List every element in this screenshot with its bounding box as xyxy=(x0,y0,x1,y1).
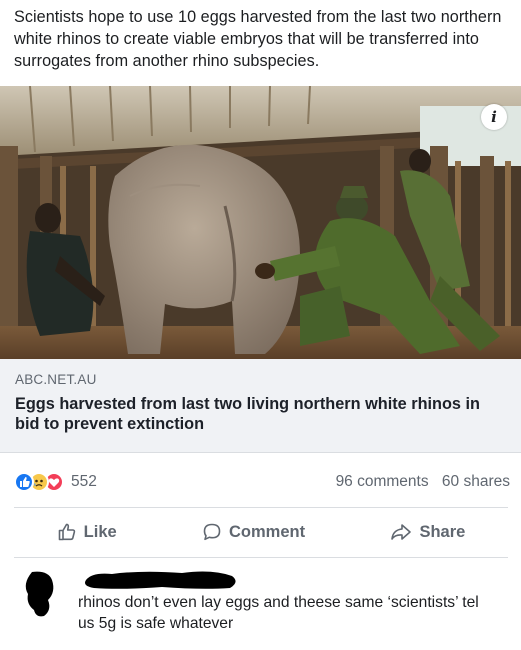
post-text: Scientists hope to use 10 eggs harvested… xyxy=(14,8,502,70)
thumbs-up-icon xyxy=(58,523,75,541)
comment-text: rhinos don’t even lay eggs and theese sa… xyxy=(72,590,492,636)
comment-bubble-icon xyxy=(203,523,221,541)
divider xyxy=(14,507,508,508)
post-stats: 552 96 comments 60 shares xyxy=(14,470,510,494)
comment-button[interactable]: Comment xyxy=(202,522,305,542)
comment-label: Comment xyxy=(229,522,306,541)
commenter-name-redacted xyxy=(85,571,236,589)
share-label: Share xyxy=(419,522,466,541)
comments-count[interactable]: 96 comments xyxy=(336,473,429,490)
divider xyxy=(14,557,508,558)
reactions-summary[interactable]: 552 xyxy=(14,472,97,492)
link-title[interactable]: Eggs harvested from last two living nort… xyxy=(15,394,506,434)
info-icon[interactable]: i xyxy=(481,104,507,130)
comment: rhinos don’t even lay eggs and theese sa… xyxy=(14,562,514,642)
article-photo[interactable]: i xyxy=(0,86,521,359)
like-button[interactable]: Like xyxy=(57,522,117,542)
rhino-photo-illustration xyxy=(0,86,521,359)
commenter-avatar-redacted[interactable] xyxy=(18,570,58,618)
post-actions: Like Comment Share xyxy=(14,512,508,552)
link-preview[interactable]: ABC.NET.AU Eggs harvested from last two … xyxy=(0,359,521,453)
shares-count[interactable]: 60 shares xyxy=(442,473,510,490)
engagement-counts: 96 comments 60 shares xyxy=(327,473,510,491)
reaction-count: 552 xyxy=(71,473,97,490)
like-label: Like xyxy=(83,522,117,541)
share-button[interactable]: Share xyxy=(390,522,465,542)
share-arrow-icon xyxy=(391,524,412,540)
like-reaction-icon xyxy=(14,472,34,492)
link-domain: ABC.NET.AU xyxy=(15,372,97,387)
